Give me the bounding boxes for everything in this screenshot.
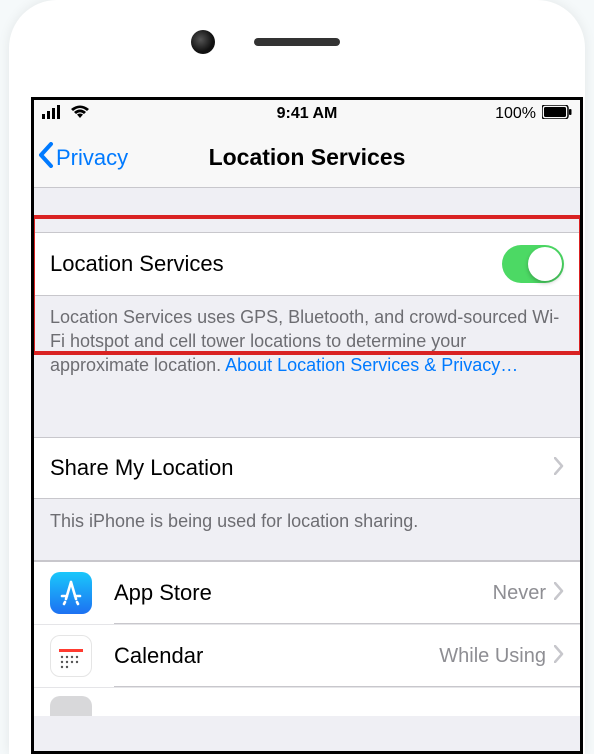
app-status: While Using: [439, 645, 546, 668]
back-label: Privacy: [56, 145, 128, 171]
front-camera: [191, 30, 215, 54]
chevron-right-icon: [554, 455, 564, 481]
screen: 9:41 AM 100% Privacy Location Services L…: [31, 97, 583, 754]
app-name: App Store: [114, 580, 493, 606]
share-location-row[interactable]: Share My Location: [34, 437, 580, 499]
location-services-description: Location Services uses GPS, Bluetooth, a…: [34, 296, 580, 397]
app-status: Never: [493, 582, 546, 605]
nav-bar: Privacy Location Services: [34, 128, 580, 188]
page-title: Location Services: [209, 144, 406, 171]
status-bar: 9:41 AM 100%: [34, 100, 580, 128]
apps-section: App Store Never: [34, 560, 580, 716]
phone-frame: 9:41 AM 100% Privacy Location Services L…: [9, 0, 585, 754]
chevron-left-icon: [38, 142, 54, 174]
share-location-label: Share My Location: [50, 455, 233, 481]
chevron-right-icon: [554, 643, 564, 669]
battery-icon: [542, 105, 572, 124]
location-services-row: Location Services: [34, 232, 580, 296]
wifi-icon: [70, 105, 90, 124]
app-name: Calendar: [114, 643, 439, 669]
about-privacy-link[interactable]: About Location Services & Privacy…: [225, 355, 518, 375]
app-row-placeholder[interactable]: [34, 688, 580, 716]
status-time: 9:41 AM: [277, 105, 338, 123]
share-location-footer: This iPhone is being used for location s…: [34, 499, 580, 560]
chevron-right-icon: [554, 580, 564, 606]
back-button[interactable]: Privacy: [34, 142, 128, 174]
calendar-icon: [50, 635, 92, 677]
location-services-toggle[interactable]: [502, 245, 564, 283]
app-row-calendar[interactable]: Calendar While Using: [34, 625, 580, 688]
speaker-grille: [254, 38, 340, 46]
location-services-label: Location Services: [50, 251, 224, 277]
battery-percent: 100%: [495, 105, 536, 123]
app-row-appstore[interactable]: App Store Never: [34, 561, 580, 625]
toggle-knob: [528, 247, 562, 281]
appstore-icon: [50, 572, 92, 614]
placeholder-icon: [50, 696, 92, 716]
signal-icon: [42, 105, 64, 124]
